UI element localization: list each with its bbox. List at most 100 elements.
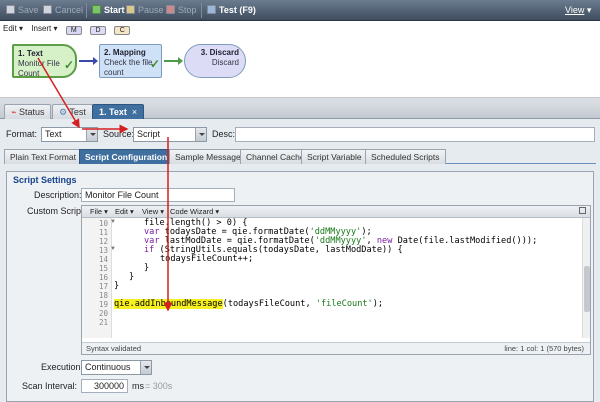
chevron-down-icon: ▾ <box>586 5 592 15</box>
node-title: 3. Discard <box>200 48 239 57</box>
custom-script-label: Custom Script: <box>27 206 87 216</box>
tab-test[interactable]: ⚙ Test <box>52 104 93 119</box>
save-button[interactable]: Save <box>6 4 39 18</box>
canvas-insert-menu[interactable]: Insert ▾ <box>31 24 57 33</box>
flow-canvas[interactable]: Edit ▾ Insert ▾ M D C 1. Text Monitor Fi… <box>0 21 600 98</box>
scan-interval-input[interactable]: 300000 <box>81 379 128 393</box>
subtab-script-configuration[interactable]: Script Configuration <box>79 149 174 164</box>
bottom-tabs: ⌁ Status ⚙ Test 1. Text × <box>0 102 600 119</box>
cancel-icon <box>43 5 52 14</box>
cancel-button[interactable]: Cancel <box>43 4 83 18</box>
subtab-sample-messages[interactable]: Sample Messages <box>169 149 251 164</box>
mapping-chip[interactable]: M <box>65 26 82 35</box>
check-icon: ✓ <box>64 58 75 72</box>
editor-scrollbar[interactable] <box>582 218 590 338</box>
source-select[interactable]: Script <box>133 127 207 142</box>
line-number: 16 <box>98 273 108 282</box>
code-line: todaysFileCount++; <box>160 254 254 264</box>
test-icon <box>207 5 216 14</box>
line-number: 17 <box>98 282 108 291</box>
connector-arrow <box>164 57 183 65</box>
line-number: 18 <box>98 291 108 300</box>
pause-icon <box>126 5 135 14</box>
code-line: qie.addInboundMessage(todaysFileCount, '… <box>114 299 384 309</box>
editor-status-bar: Syntax validated line: 1 col: 1 (570 byt… <box>82 342 590 354</box>
code-line: } <box>129 272 135 282</box>
scrollbar-thumb[interactable] <box>584 266 590 312</box>
pause-button[interactable]: Pause <box>126 4 164 18</box>
close-icon[interactable]: × <box>132 107 137 117</box>
format-row: Format: Text Source: Script Desc: <box>0 126 600 142</box>
chevron-down-icon[interactable] <box>195 128 206 141</box>
desc-label: Desc: <box>212 129 236 139</box>
line-number: 13 <box>98 246 108 255</box>
execution-label: Execution: <box>41 362 84 372</box>
line-number: 11 <box>98 228 108 237</box>
check-icon: ✓ <box>150 57 161 71</box>
editor-edit-menu[interactable]: Edit ▾ <box>115 206 134 217</box>
line-number: 12 <box>98 237 108 246</box>
main-toolbar: Save Cancel Start Pause Stop Test (F9) V… <box>0 0 600 21</box>
execution-select[interactable]: Continuous <box>81 360 152 375</box>
scan-interval-unit: ms <box>132 381 144 391</box>
line-number: 10 <box>98 219 108 228</box>
chevron-down-icon[interactable] <box>140 361 151 374</box>
view-menu[interactable]: View ▾ <box>565 4 591 18</box>
connector-arrow <box>79 57 98 65</box>
tab-status[interactable]: ⌁ Status <box>4 104 52 119</box>
editor-menu: File ▾ Edit ▾ View ▾ Code Wizard ▾ <box>82 206 590 218</box>
node-subtitle: Discard <box>211 58 239 67</box>
code-area[interactable]: file.length() > 0) { var todaysDate = qi… <box>114 218 574 338</box>
desc-input[interactable] <box>235 127 595 142</box>
maximize-icon[interactable] <box>579 207 586 214</box>
toolbar-separator <box>86 3 87 18</box>
script-settings-header: Script Settings <box>13 175 77 185</box>
tab-text[interactable]: 1. Text × <box>92 104 145 119</box>
canvas-menu: Edit ▾ Insert ▾ M D C <box>3 24 136 36</box>
test-button[interactable]: Test (F9) <box>207 4 256 18</box>
line-number: 19 <box>98 300 108 309</box>
script-editor[interactable]: File ▾ Edit ▾ View ▾ Code Wizard ▾ 10 11… <box>81 205 591 355</box>
script-settings-panel: Script Settings Description: Monitor Fil… <box>6 171 594 402</box>
text-node-editor: Format: Text Source: Script Desc: Plain … <box>0 119 600 402</box>
format-label: Format: <box>6 129 38 139</box>
editor-view-menu[interactable]: View ▾ <box>142 206 164 217</box>
node-text[interactable]: 1. Text Monitor File Count ✓ <box>12 44 77 78</box>
node-mapping[interactable]: 2. Mapping Check the file count ✓ <box>99 44 162 78</box>
line-number: 21 <box>98 318 108 327</box>
node-discard[interactable]: 3. Discard Discard <box>184 44 246 78</box>
save-icon <box>6 5 15 14</box>
stop-icon <box>166 5 175 14</box>
code-line: } <box>114 281 120 291</box>
line-number: 14 <box>98 255 108 264</box>
cursor-position: line: 1 col: 1 (570 bytes) <box>504 344 584 353</box>
play-icon <box>92 5 101 14</box>
gear-icon: ⚙ <box>59 107 68 117</box>
syntax-status: Syntax validated <box>86 344 142 353</box>
config-subtabs: Plain Text Format Script Configuration S… <box>4 149 596 164</box>
chevron-down-icon[interactable] <box>86 128 97 141</box>
start-button[interactable]: Start <box>92 4 125 18</box>
discard-chip[interactable]: D <box>89 26 106 35</box>
source-label: Source: <box>103 129 135 139</box>
stop-button[interactable]: Stop <box>166 4 197 18</box>
scan-interval-hint: = 300s <box>145 381 173 391</box>
description-label: Description: <box>34 190 82 200</box>
subtab-plain-text-format[interactable]: Plain Text Format <box>4 149 82 164</box>
code-line: } <box>144 263 150 273</box>
scan-interval-label: Scan Interval: <box>22 381 78 391</box>
subtab-script-variable[interactable]: Script Variable <box>301 149 368 164</box>
format-select[interactable]: Text <box>41 127 98 142</box>
connector-chip[interactable]: C <box>114 26 131 35</box>
editor-file-menu[interactable]: File ▾ <box>90 206 108 217</box>
line-number: 15 <box>98 264 108 273</box>
line-gutter: 10 11 12 13 14 15 16 17 18 19 20 21 ▼ ▼ <box>82 218 116 338</box>
highlighted-call: qie.addInboundMessage <box>114 299 223 309</box>
description-input[interactable]: Monitor File Count <box>81 188 235 202</box>
toolbar-separator <box>201 3 202 18</box>
pulse-icon: ⌁ <box>11 107 17 117</box>
subtab-scheduled-scripts[interactable]: Scheduled Scripts <box>365 149 446 164</box>
line-number: 20 <box>98 309 108 318</box>
canvas-edit-menu[interactable]: Edit ▾ <box>3 24 23 33</box>
editor-code-wizard-menu[interactable]: Code Wizard ▾ <box>170 206 219 217</box>
